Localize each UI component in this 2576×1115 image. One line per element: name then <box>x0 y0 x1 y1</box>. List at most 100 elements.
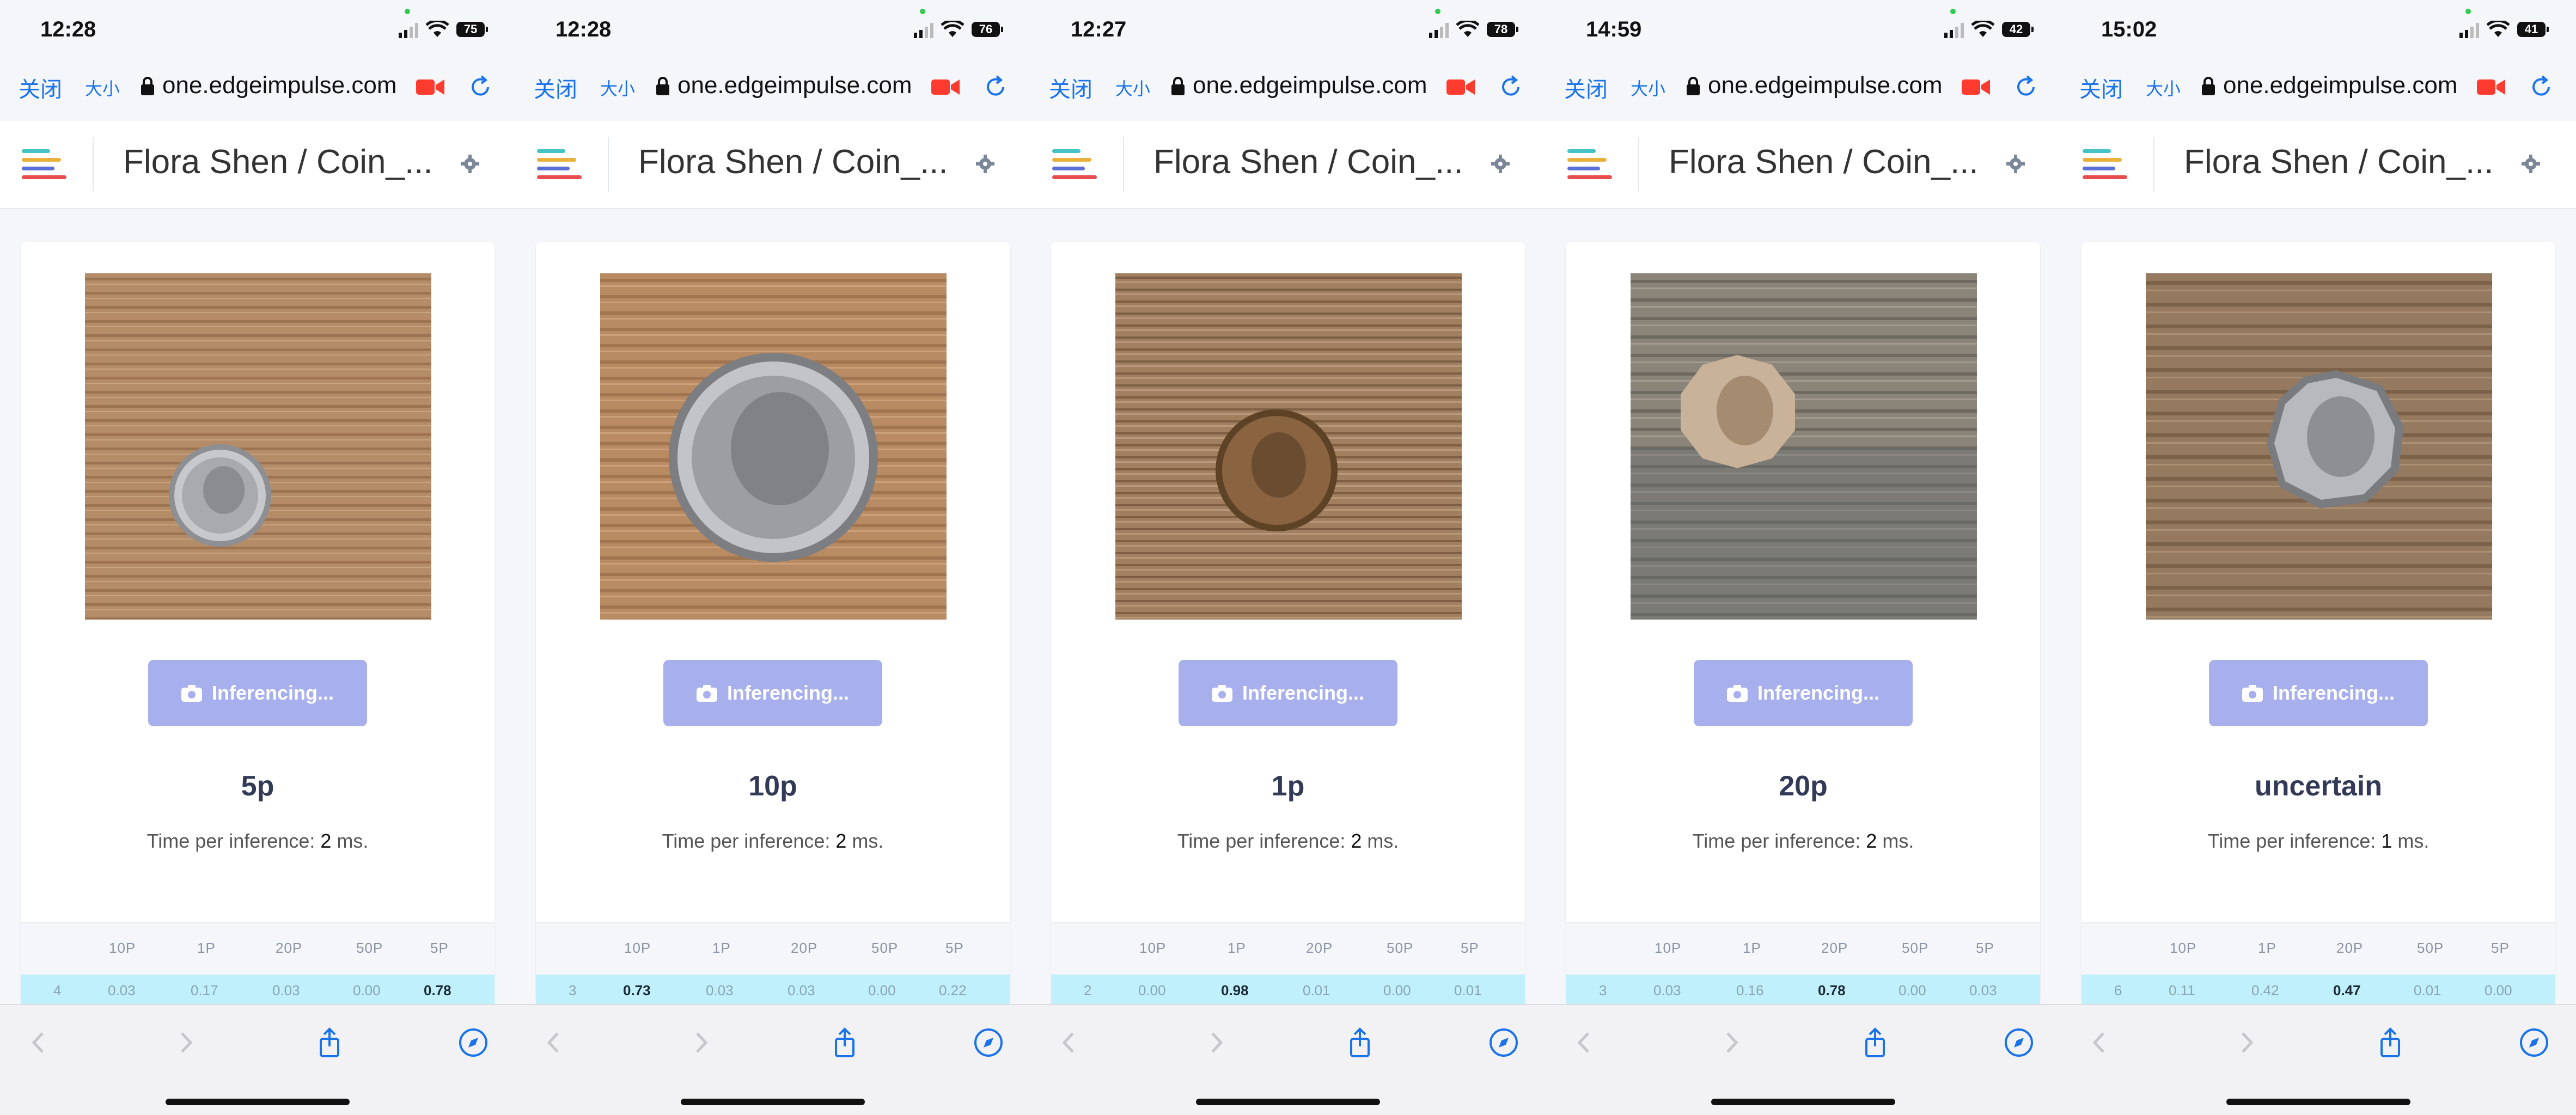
forward-icon[interactable] <box>2231 1027 2262 1058</box>
reload-icon[interactable] <box>982 74 1009 100</box>
forward-icon[interactable] <box>685 1027 717 1058</box>
inferencing-button[interactable]: Inferencing... <box>148 660 367 726</box>
table-cell: 0.00 <box>1899 982 1926 998</box>
reload-icon[interactable] <box>2528 74 2554 100</box>
phone-screen: 12:28 75 关闭 大小 one.edgeimpulse.com Flora… <box>0 0 515 1115</box>
column-header: 20P <box>791 940 818 956</box>
inferencing-button[interactable]: Inferencing... <box>2209 660 2428 726</box>
inference-time-label: Time per inference: <box>1692 830 1861 852</box>
close-button[interactable]: 关闭 <box>2079 72 2123 103</box>
compass-icon[interactable] <box>457 1027 489 1058</box>
logo-icon[interactable] <box>537 147 582 182</box>
url-bar[interactable]: 关闭 大小 one.edgeimpulse.com <box>1030 65 1546 109</box>
logo-icon[interactable] <box>22 147 66 182</box>
reload-icon[interactable] <box>467 74 493 100</box>
compass-icon[interactable] <box>973 1027 1004 1058</box>
table-row[interactable]: 6 0.11 0.42 0.47 0.01 0.00 <box>2081 975 2555 1007</box>
project-title: Flora Shen / Coin_... <box>2184 143 2494 181</box>
share-icon[interactable] <box>829 1027 860 1058</box>
coin-photo <box>1631 273 1977 620</box>
compass-icon[interactable] <box>1488 1027 1519 1058</box>
back-icon[interactable] <box>1570 1027 1601 1058</box>
forward-icon[interactable] <box>1716 1027 1747 1058</box>
close-button[interactable]: 关闭 <box>1049 72 1092 103</box>
settings-icon[interactable] <box>460 154 480 174</box>
forward-icon[interactable] <box>1200 1027 1232 1058</box>
inference-time-unit: ms. <box>852 830 884 852</box>
camera-icon[interactable] <box>1446 77 1475 97</box>
inference-time-value: 1 <box>2381 830 2392 852</box>
inferencing-button[interactable]: Inferencing... <box>1694 660 1913 726</box>
settings-icon[interactable] <box>1490 154 1511 174</box>
status-bar: 12:27 78 <box>1030 0 1546 60</box>
table-row[interactable]: 4 0.03 0.17 0.03 0.00 0.78 <box>21 975 495 1007</box>
close-button[interactable]: 关闭 <box>19 72 62 103</box>
url-text[interactable]: one.edgeimpulse.com <box>677 72 912 99</box>
camera-icon[interactable] <box>1962 77 1990 97</box>
compass-icon[interactable] <box>2518 1027 2550 1058</box>
inferencing-button[interactable]: Inferencing... <box>1179 660 1397 726</box>
font-size-button[interactable]: 大小 <box>1631 75 1665 100</box>
settings-icon[interactable] <box>2005 154 2026 174</box>
home-indicator <box>2226 1099 2410 1105</box>
share-icon[interactable] <box>2374 1027 2406 1058</box>
url-bar[interactable]: 关闭 大小 one.edgeimpulse.com <box>515 65 1030 109</box>
status-time: 12:27 <box>1071 17 1127 41</box>
url-bar[interactable]: 关闭 大小 one.edgeimpulse.com <box>2061 65 2576 109</box>
column-header: 5P <box>430 940 449 956</box>
camera-icon[interactable] <box>2477 77 2505 97</box>
table-cell: 0.03 <box>272 982 300 998</box>
logo-icon[interactable] <box>1567 147 1612 182</box>
app-header: Flora Shen / Coin_... <box>1546 121 2061 209</box>
font-size-button[interactable]: 大小 <box>2146 75 2181 100</box>
column-header: 10P <box>2170 940 2197 956</box>
back-icon[interactable] <box>1054 1027 1086 1058</box>
table-row[interactable]: 3 0.73 0.03 0.03 0.00 0.22 <box>536 975 1010 1007</box>
url-bar[interactable]: 关闭 大小 one.edgeimpulse.com <box>1546 65 2061 109</box>
url-text[interactable]: one.edgeimpulse.com <box>1193 72 1427 99</box>
url-bar[interactable]: 关闭 大小 one.edgeimpulse.com <box>0 65 515 109</box>
back-icon[interactable] <box>24 1027 56 1058</box>
settings-icon[interactable] <box>2520 154 2541 174</box>
share-icon[interactable] <box>1344 1027 1376 1058</box>
font-size-button[interactable]: 大小 <box>1115 75 1150 100</box>
close-button[interactable]: 关闭 <box>1564 72 1608 103</box>
close-button[interactable]: 关闭 <box>534 72 577 103</box>
reload-icon[interactable] <box>1498 74 1524 100</box>
inference-time-label: Time per inference: <box>1177 830 1346 852</box>
table-cell: 0.00 <box>1138 982 1166 998</box>
wifi-icon <box>426 21 449 37</box>
app-header: Flora Shen / Coin_... <box>1030 121 1546 209</box>
table-row[interactable]: 3 0.03 0.16 0.78 0.00 0.03 <box>1566 975 2040 1007</box>
column-header: 1P <box>197 940 216 956</box>
settings-icon[interactable] <box>975 154 996 174</box>
font-size-button[interactable]: 大小 <box>85 75 120 100</box>
reload-icon[interactable] <box>2013 74 2039 100</box>
table-row[interactable]: 2 0.00 0.98 0.01 0.00 0.01 <box>1051 975 1525 1007</box>
logo-icon[interactable] <box>1052 147 1097 182</box>
table-cell: 0.98 <box>1221 982 1249 998</box>
column-header: 50P <box>1902 940 1929 956</box>
camera-icon[interactable] <box>416 77 444 97</box>
url-text[interactable]: one.edgeimpulse.com <box>2223 72 2457 99</box>
forward-icon[interactable] <box>170 1027 202 1058</box>
battery-icon: 42 <box>2002 22 2034 37</box>
inferencing-button[interactable]: Inferencing... <box>663 660 882 726</box>
inference-time-unit: ms. <box>1367 830 1399 852</box>
back-icon[interactable] <box>539 1027 571 1058</box>
url-text[interactable]: one.edgeimpulse.com <box>1708 72 1942 99</box>
home-indicator <box>1711 1099 1895 1105</box>
table-cell: 0.03 <box>1653 982 1681 998</box>
lock-icon <box>1687 77 1700 95</box>
compass-icon[interactable] <box>2003 1027 2035 1058</box>
logo-icon[interactable] <box>2083 147 2127 182</box>
camera-icon[interactable] <box>931 77 960 97</box>
back-icon[interactable] <box>2085 1027 2116 1058</box>
camera-icon <box>1211 685 1232 702</box>
share-icon[interactable] <box>314 1027 345 1058</box>
row-index: 3 <box>1599 982 1607 998</box>
font-size-button[interactable]: 大小 <box>600 75 635 100</box>
classification-result: uncertain <box>2254 770 2383 802</box>
url-text[interactable]: one.edgeimpulse.com <box>162 72 396 99</box>
share-icon[interactable] <box>1859 1027 1891 1058</box>
